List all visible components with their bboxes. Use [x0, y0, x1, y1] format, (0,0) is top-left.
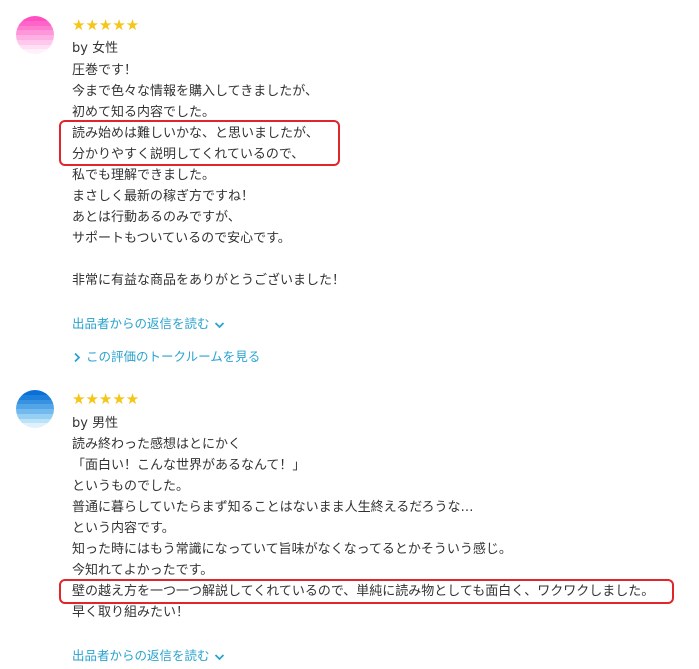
- review-line: 今知れてよかったです。: [72, 563, 214, 578]
- review-line: あとは行動あるのみですが、: [72, 210, 241, 225]
- highlight-box: [59, 120, 340, 166]
- review-line: という内容です。: [72, 521, 175, 536]
- chevron-down-icon: [214, 321, 224, 328]
- review-text: 圧巻です！ 今まで色々な情報を購入してきましたが、 初めて知る内容でした。 読み…: [72, 60, 682, 291]
- review-line: 私でも理解できました。: [72, 168, 216, 183]
- read-reply-link[interactable]: 出品者からの返信を読む: [72, 315, 225, 333]
- star-rating: ★★★★★: [72, 389, 140, 408]
- review-line: 知った時にはもう常識になっていて旨味がなくなってるとかそういう感じ。: [72, 542, 512, 557]
- review-item: ★★★★★ by 女性 圧巻です！ 今まで色々な情報を購入してきましたが、 初め…: [0, 0, 699, 375]
- read-reply-label: 出品者からの返信を読む: [72, 316, 210, 331]
- avatar[interactable]: [16, 16, 54, 54]
- star-rating-text: ★★★★★: [72, 390, 140, 408]
- review-line: 読み終わった感想はとにかく: [72, 437, 242, 452]
- review-line: まさしく最新の稼ぎ方ですね！: [72, 189, 255, 204]
- review-line: サポートもついているので安心です。: [72, 231, 291, 246]
- read-reply-link[interactable]: 出品者からの返信を読む: [72, 647, 225, 665]
- review-line: 圧巻です！: [72, 63, 138, 78]
- review-author: by 女性: [72, 41, 119, 56]
- avatar-band: [16, 423, 54, 428]
- highlight-box: [59, 579, 674, 604]
- talkroom-label: この評価のトークルームを見る: [85, 349, 261, 364]
- review-item: ★★★★★ by 男性 読み終わった感想はとにかく 「面白い！こんな世界があるな…: [0, 376, 699, 669]
- star-rating: ★★★★★: [72, 15, 140, 34]
- review-author: by 男性: [72, 416, 119, 431]
- review-line: 「面白い！こんな世界があるなんて！」: [72, 458, 306, 473]
- star-rating-text: ★★★★★: [72, 16, 140, 34]
- talkroom-link[interactable]: この評価のトークルームを見る: [72, 348, 260, 366]
- avatar-band: [16, 49, 54, 54]
- review-line: 今まで色々な情報を購入してきましたが、: [72, 84, 318, 99]
- avatar[interactable]: [16, 390, 54, 428]
- review-line: 非常に有益な商品をありがとうございました！: [72, 273, 346, 288]
- review-line: 普通に暮らしていたらまず知ることはないまま人生終えるだろうな…: [72, 500, 474, 515]
- chevron-down-icon: [214, 653, 224, 660]
- review-line: 早く取り組みたい！: [72, 605, 190, 620]
- review-line: というものでした。: [72, 479, 190, 494]
- chevron-right-icon: [74, 352, 81, 363]
- review-line: [72, 249, 682, 270]
- read-reply-label: 出品者からの返信を読む: [72, 648, 210, 663]
